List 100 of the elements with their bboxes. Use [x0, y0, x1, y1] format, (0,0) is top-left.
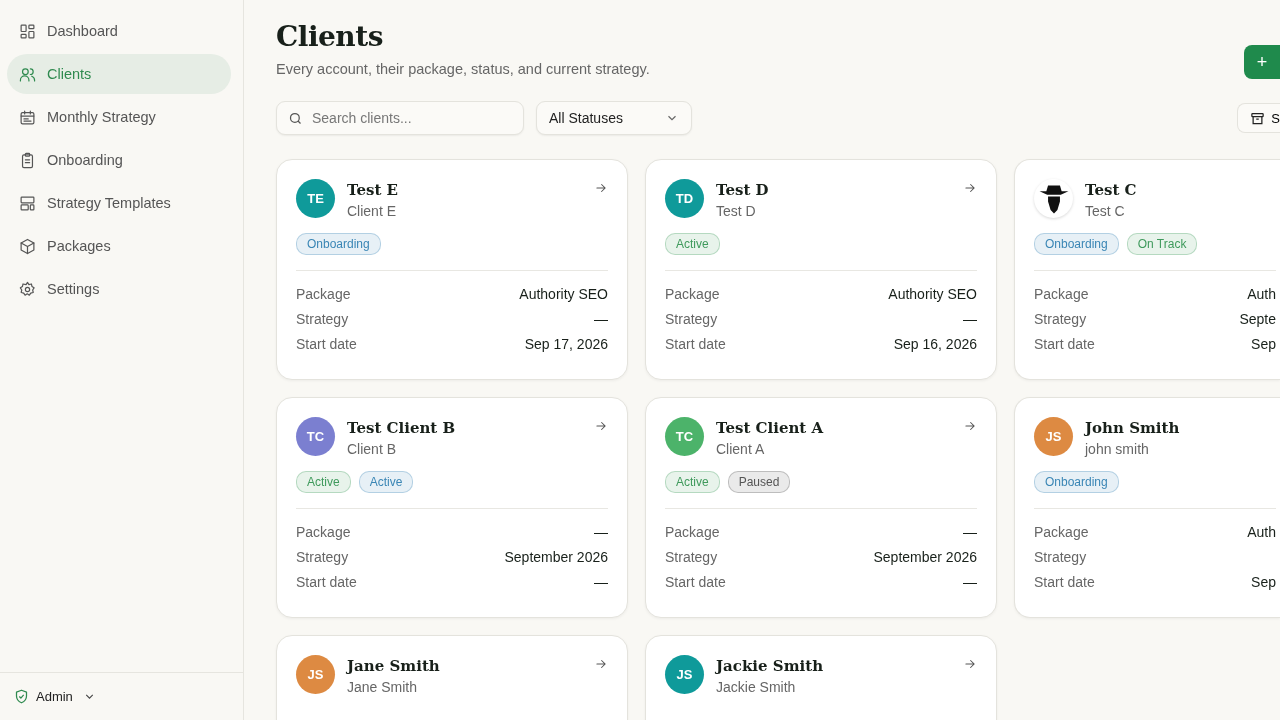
client-company: Client E	[347, 203, 398, 219]
box-icon	[19, 237, 36, 255]
arrow-icon[interactable]	[963, 419, 977, 433]
sidebar-item[interactable]: Dashboard	[7, 11, 231, 51]
field-value: Sep	[1251, 573, 1276, 592]
field-value: Authority SEO	[888, 285, 977, 304]
avatar: JS	[296, 655, 335, 694]
field-value: Sep	[1251, 335, 1276, 354]
field-value: —	[594, 310, 608, 329]
client-company: john smith	[1085, 441, 1150, 457]
field-label: Package	[1034, 285, 1089, 304]
client-card[interactable]: TC Test Client A Client A Active Paused Package — Strategy September 2026 Start date —	[645, 397, 997, 618]
field-label: Package	[665, 523, 720, 542]
status-tag: Active	[665, 471, 720, 493]
client-name: Test E	[347, 181, 399, 199]
add-client-button[interactable]: +	[1244, 45, 1280, 79]
sidebar-item[interactable]: Settings	[7, 269, 231, 309]
sidebar-item[interactable]: Monthly Strategy	[7, 97, 231, 137]
field-label: Strategy	[296, 310, 349, 329]
field-value: —	[963, 573, 977, 592]
client-company: Test D	[716, 203, 757, 219]
field-label: Package	[1034, 523, 1089, 542]
field-label: Start date	[1034, 573, 1095, 592]
layout-icon	[19, 194, 36, 212]
field-value: Auth	[1247, 285, 1276, 304]
field-value: September 2026	[873, 548, 977, 567]
field-label: Strategy	[1034, 548, 1087, 567]
client-card[interactable]: JS Jackie Smith Jackie Smith	[645, 635, 997, 720]
status-tag: Active	[358, 471, 414, 493]
field-label: Start date	[296, 335, 357, 354]
field-value: —	[594, 573, 608, 592]
arrow-icon[interactable]	[963, 657, 977, 671]
client-company: Client B	[347, 441, 398, 457]
field-value: September 2026	[504, 548, 608, 567]
sidebar-item[interactable]: Strategy Templates	[7, 183, 231, 223]
field-value: Septe	[1239, 310, 1276, 329]
client-company: Jackie Smith	[716, 679, 797, 695]
client-card[interactable]: TC Test Client B Client B Active Active Package — Strategy September 2026 Start date —	[276, 397, 628, 618]
arrow-icon[interactable]	[594, 657, 608, 671]
client-company: Client A	[716, 441, 766, 457]
client-company: Jane Smith	[347, 679, 419, 695]
calendar-icon	[19, 108, 36, 126]
sidebar-item[interactable]: Clients	[7, 54, 231, 94]
status-tag: Paused	[727, 471, 791, 493]
users-icon	[19, 65, 36, 83]
client-name: Test C	[1085, 181, 1138, 199]
status-tag: Onboarding	[1034, 233, 1119, 255]
field-value: —	[963, 523, 977, 542]
field-label: Package	[665, 285, 720, 304]
arrow-icon[interactable]	[594, 419, 608, 433]
archive-box-icon	[1250, 110, 1266, 126]
dashboard-grid-icon	[19, 22, 36, 40]
arrow-icon[interactable]	[594, 181, 608, 195]
avatar: TC	[665, 417, 704, 456]
client-name: Test D	[716, 181, 770, 199]
client-company: Test C	[1085, 203, 1126, 219]
search-field[interactable]: Search clients...	[276, 101, 524, 135]
client-card[interactable]: TE Test E Client E Onboarding Package Authority SEO Strategy — Start date Sep 17, 2026	[276, 159, 628, 380]
client-card[interactable]: JS John Smith john smith Onboarding Package Auth Strategy Start date Sep	[1014, 397, 1280, 618]
archive-button[interactable]: S	[1237, 103, 1280, 133]
field-value: Sep 16, 2026	[893, 335, 977, 354]
shield-check-icon	[14, 689, 29, 704]
field-label: Start date	[1034, 335, 1095, 354]
client-name: Jane Smith	[347, 657, 441, 675]
field-label: Strategy	[665, 548, 718, 567]
arrow-icon[interactable]	[963, 181, 977, 195]
client-name: John Smith	[1085, 419, 1181, 437]
status-dropdown[interactable]: All Statuses	[536, 101, 692, 135]
avatar: TC	[296, 417, 335, 456]
field-value: —	[963, 310, 977, 329]
avatar: JS	[665, 655, 704, 694]
avatar: TD	[665, 179, 704, 218]
field-label: Strategy	[665, 310, 718, 329]
field-label: Package	[296, 285, 351, 304]
user-menu[interactable]: Admin	[14, 689, 96, 704]
field-label: Strategy	[296, 548, 349, 567]
client-name: Test Client A	[716, 419, 825, 437]
field-label: Start date	[665, 573, 726, 592]
field-value: Sep 17, 2026	[524, 335, 608, 354]
client-name: Jackie Smith	[716, 657, 825, 675]
avatar: TE	[296, 179, 335, 218]
field-value: Auth	[1247, 523, 1276, 542]
client-card[interactable]: JS Jane Smith Jane Smith	[276, 635, 628, 720]
client-card[interactable]: TD Test D Test D Active Package Authority SEO Strategy — Start date Sep 16, 2026	[645, 159, 997, 380]
field-label: Package	[296, 523, 351, 542]
sidebar-item[interactable]: Packages	[7, 226, 231, 266]
status-tag: Active	[296, 471, 351, 493]
sidebar-item[interactable]: Onboarding	[7, 140, 231, 180]
field-value: Authority SEO	[519, 285, 608, 304]
client-name: Test Client B	[347, 419, 457, 437]
status-tag: Onboarding	[1034, 471, 1119, 493]
page-title: Clients	[276, 20, 384, 53]
clipboard-icon	[19, 151, 36, 169]
field-label: Start date	[296, 573, 357, 592]
client-card[interactable]: Test C Test C Onboarding On Track Package Auth Strategy Septe Start date Sep	[1014, 159, 1280, 380]
avatar: JS	[1034, 417, 1073, 456]
field-label: Start date	[665, 335, 726, 354]
page-subtitle: Every account, their package, status, and current strategy.	[276, 61, 650, 77]
settings-icon	[19, 280, 36, 298]
search-icon	[288, 111, 303, 126]
